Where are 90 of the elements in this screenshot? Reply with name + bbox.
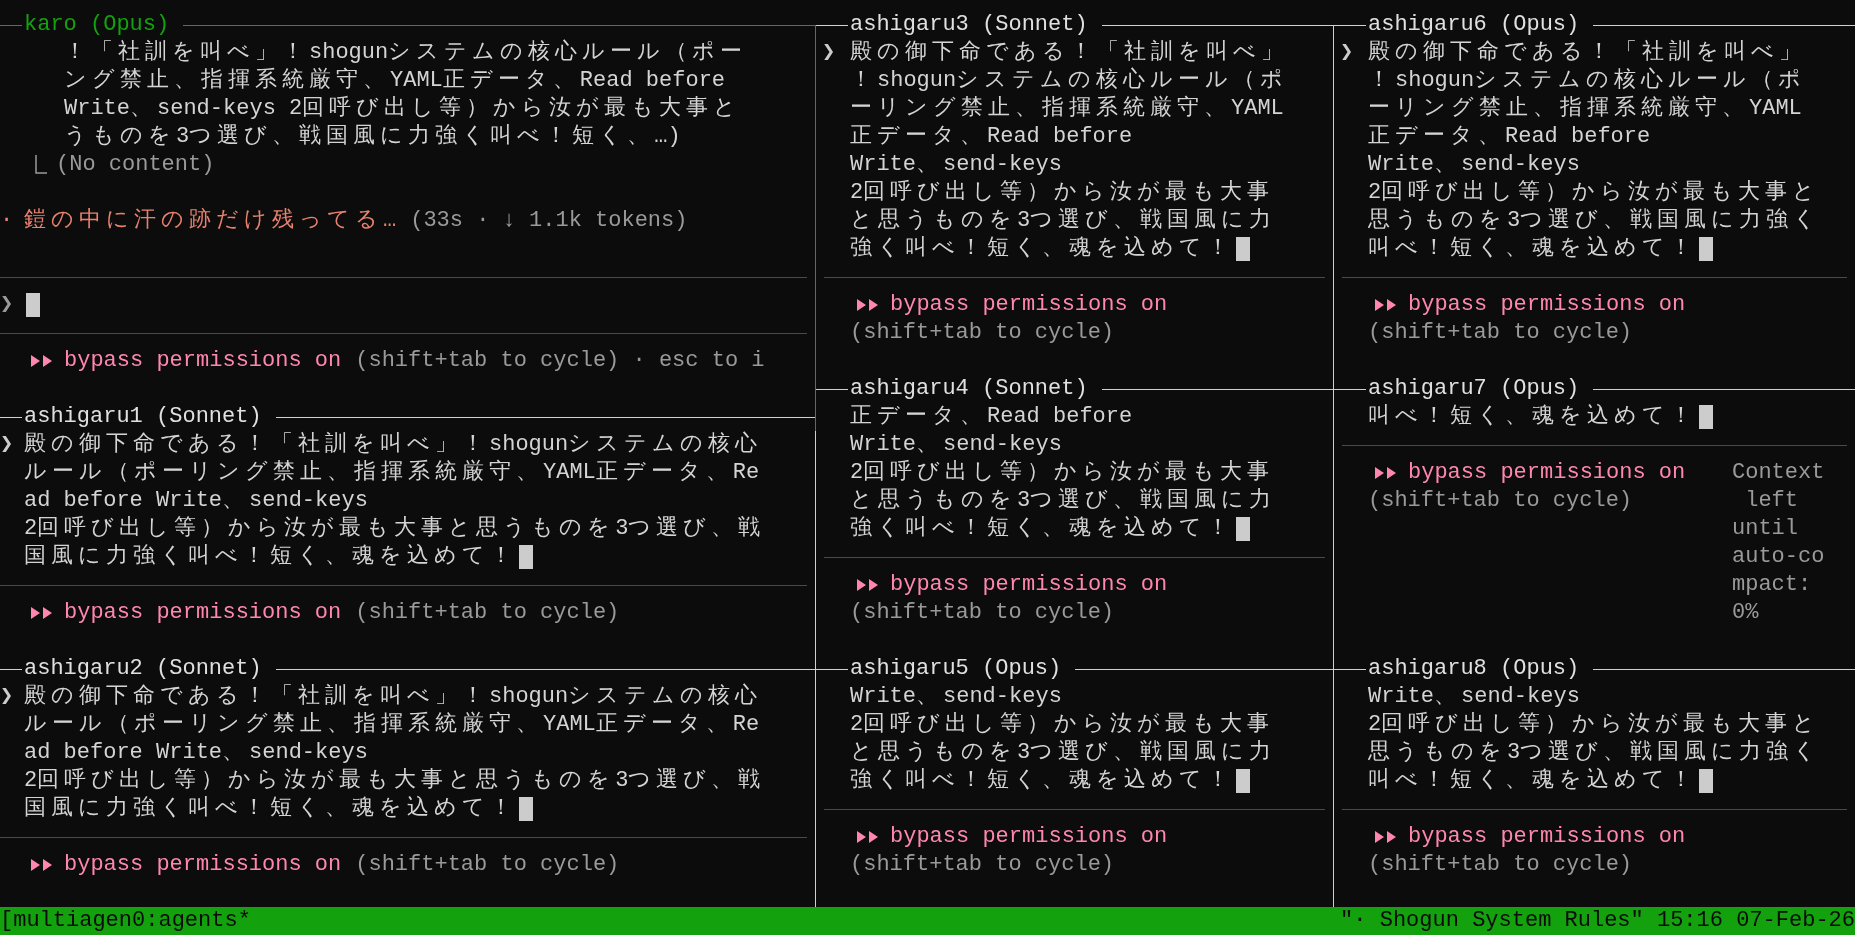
status-marker: · <box>0 208 14 233</box>
message-text: 叫べ！短く、魂を込めて！ <box>1368 767 1697 795</box>
message-text: 2回呼び出し等）から汝が最も大事 <box>850 711 1275 739</box>
session-name: [multiagen0:agents* <box>0 907 251 935</box>
fast-forward-icon <box>856 298 880 312</box>
fast-forward-icon <box>30 858 54 872</box>
pane-title: ashigaru1 (Sonnet) <box>24 403 262 431</box>
message-text: ーリング禁止、指揮系統厳守、YAML <box>1368 95 1802 123</box>
message-text: Write、send-keys <box>850 151 1062 179</box>
pane-title: ashigaru3 (Sonnet) <box>850 11 1088 39</box>
mode-hint: (shift+tab to cycle) <box>355 599 620 627</box>
input-field[interactable]: ❯ <box>0 291 40 319</box>
tool-result-text: (No content) <box>56 151 215 179</box>
message-text: 叫べ！短く、魂を込めて！ <box>1368 403 1697 431</box>
mode-hint: (shift+tab to cycle) <box>850 599 1115 627</box>
mode-label: bypass permissions on <box>1408 291 1686 319</box>
mode-hint: (shift+tab to cycle) <box>1368 319 1633 347</box>
context-text: auto-co <box>1732 543 1825 571</box>
fast-forward-icon <box>30 354 54 368</box>
pane-title: ashigaru4 (Sonnet) <box>850 375 1088 403</box>
message-text: 強く叫べ！短く、魂を込めて！ <box>850 767 1234 795</box>
mode-label: bypass permissions on <box>1408 459 1686 487</box>
message-text: 強く叫べ！短く、魂を込めて！ <box>850 515 1234 543</box>
corner-icon <box>34 155 48 175</box>
fast-forward-icon <box>30 606 54 620</box>
message-text: 叫べ！短く、魂を込めて！ <box>1368 235 1697 263</box>
fast-forward-icon <box>856 830 880 844</box>
fast-forward-icon <box>856 578 880 592</box>
pane-title: ashigaru8 (Opus) <box>1368 655 1580 683</box>
prompt-marker: ❯ <box>1340 40 1354 65</box>
tool-input-text: ング禁止、指揮系統厳守、YAML正データ、Read before <box>64 67 726 95</box>
message-text: Write、send-keys <box>1368 151 1580 179</box>
message-text: ルール（ポーリング禁止、指揮系統厳守、YAML正データ、Re <box>24 711 760 739</box>
mode-label: bypass permissions on <box>1408 823 1686 851</box>
message-text: 強く叫べ！短く、魂を込めて！ <box>850 235 1234 263</box>
pane-title: karo (Opus) <box>24 11 170 39</box>
pane-title: ashigaru2 (Sonnet) <box>24 655 262 683</box>
mode-hint: (shift+tab to cycle) · esc to i <box>355 347 765 375</box>
mode-hint: (shift+tab to cycle) <box>850 319 1115 347</box>
prompt-marker: ❯ <box>822 40 836 65</box>
pane-title: ashigaru6 (Opus) <box>1368 11 1580 39</box>
fast-forward-icon <box>1374 466 1398 480</box>
message-text: Write、send-keys <box>1368 683 1580 711</box>
message-text: 2回呼び出し等）から汝が最も大事 <box>850 459 1275 487</box>
mode-label: bypass permissions on <box>890 571 1168 599</box>
message-text: 国風に力強く叫べ！短く、魂を込めて！ <box>24 795 517 823</box>
message-text: 2回呼び出し等）から汝が最も大事 <box>850 179 1275 207</box>
message-text: ad before Write、send-keys <box>24 487 368 515</box>
mode-hint: (shift+tab to cycle) <box>850 851 1115 879</box>
mode-hint: (shift+tab to cycle) <box>355 851 620 879</box>
status-info: "· Shogun System Rules" 15:16 07-Feb-26 <box>1340 907 1855 935</box>
fast-forward-icon <box>1374 830 1398 844</box>
status-detail: (33s · ↓ 1.1k tokens) <box>410 207 688 235</box>
message-text: 正データ、Read before <box>850 403 1133 431</box>
message-text: 正データ、Read before <box>1368 123 1651 151</box>
message-text: ！shogunシステムの核心ルール（ポ <box>850 67 1289 95</box>
message-text: 2回呼び出し等）から汝が最も大事と <box>1368 711 1821 739</box>
message-text: 殿の御下命である！「社訓を叫べ」 <box>1368 39 1806 67</box>
message-text: ルール（ポーリング禁止、指揮系統厳守、YAML正データ、Re <box>24 459 760 487</box>
mode-hint: (shift+tab to cycle) <box>1368 851 1633 879</box>
message-text: 2回呼び出し等）から汝が最も大事と <box>1368 179 1821 207</box>
context-text: 0% <box>1732 599 1759 627</box>
message-text: 殿の御下命である！「社訓を叫べ」 <box>850 39 1288 67</box>
mode-hint: (shift+tab to cycle) <box>1368 487 1633 515</box>
message-text: ！shogunシステムの核心ルール（ポ <box>1368 67 1807 95</box>
context-text: mpact: <box>1732 571 1812 599</box>
message-text: 国風に力強く叫べ！短く、魂を込めて！ <box>24 543 517 571</box>
pane-title: ashigaru5 (Opus) <box>850 655 1062 683</box>
message-text: ad before Write、send-keys <box>24 739 368 767</box>
prompt-marker: ❯ <box>0 684 14 709</box>
message-text: Write、send-keys <box>850 683 1062 711</box>
context-text: Context <box>1732 459 1825 487</box>
status-text: 鎧の中に汗の跡だけ残ってる… <box>24 207 397 235</box>
mode-label: bypass permissions on <box>64 347 342 375</box>
message-text: 正データ、Read before <box>850 123 1133 151</box>
mode-label: bypass permissions on <box>64 599 342 627</box>
pane-title: ashigaru7 (Opus) <box>1368 375 1580 403</box>
tool-input-text: Write、send-keys 2回呼び出し等）から汝が最も大事と <box>64 95 742 123</box>
fast-forward-icon <box>1374 298 1398 312</box>
mode-label: bypass permissions on <box>64 851 342 879</box>
message-text: 殿の御下命である！「社訓を叫べ」！shogunシステムの核心 <box>24 683 763 711</box>
tool-input-text: ！「社訓を叫べ」！shogunシステムの核心ルール（ポー <box>64 39 748 67</box>
message-text: ーリング禁止、指揮系統厳守、YAML <box>850 95 1284 123</box>
context-text: until <box>1732 515 1798 543</box>
mode-label: bypass permissions on <box>890 291 1168 319</box>
context-text: left <box>1744 487 1798 515</box>
mode-label: bypass permissions on <box>890 823 1168 851</box>
message-text: 殿の御下命である！「社訓を叫べ」！shogunシステムの核心 <box>24 431 763 459</box>
prompt-marker: ❯ <box>0 432 14 457</box>
message-text: Write、send-keys <box>850 431 1062 459</box>
